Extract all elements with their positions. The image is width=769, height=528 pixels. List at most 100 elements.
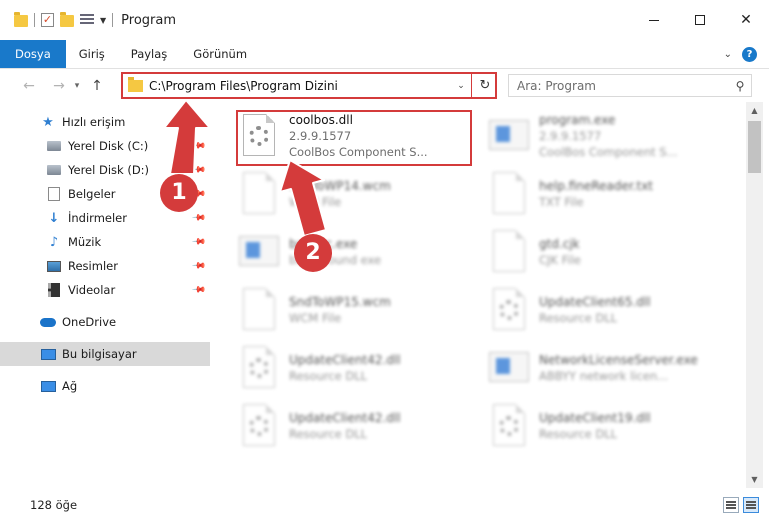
star-icon: ★ (42, 114, 54, 130)
network-icon (40, 379, 56, 393)
up-button[interactable]: ↑ (86, 75, 108, 97)
file-type: CJK File (539, 253, 581, 267)
title-bar: ✓ ▼ Program ✕ (0, 0, 769, 40)
pictures-icon (46, 259, 62, 273)
file-type: TXT File (539, 195, 584, 209)
scroll-thumb[interactable] (748, 121, 761, 173)
file-type: WCM File (289, 195, 342, 209)
search-box[interactable]: ⚲ (508, 74, 752, 97)
sidebar-item-onedrive[interactable]: OneDrive (0, 310, 210, 334)
divider (34, 13, 35, 27)
scroll-down-icon[interactable]: ▼ (746, 471, 763, 488)
file-type: Resource DLL (539, 311, 618, 325)
address-dropdown-icon[interactable]: ⌄ (454, 81, 468, 91)
file-tile[interactable]: gtd.cjk CJK File (479, 222, 719, 282)
minimize-button[interactable] (631, 0, 677, 40)
file-tile[interactable]: help.fineReader.txt TXT File (479, 164, 719, 224)
pin-icon[interactable]: 📌 (191, 162, 206, 177)
file-icon (487, 170, 531, 218)
list-icon[interactable] (80, 14, 94, 26)
file-tile[interactable]: SndToWP14.wcm WCM File (229, 164, 469, 224)
sidebar-item-label: Yerel Disk (C:) (68, 139, 149, 153)
file-icon (487, 228, 531, 276)
new-folder-icon[interactable] (60, 11, 74, 27)
status-bar: 128 öğe (0, 494, 769, 516)
address-path[interactable]: C:\Program Files\Program Dizini (149, 79, 454, 93)
item-count: 128 öğe (30, 498, 78, 512)
sidebar-item-network[interactable]: Ağ (0, 374, 210, 398)
file-version: 2.9.9.1577 (539, 129, 602, 143)
tab-giris[interactable]: Giriş (66, 40, 118, 68)
tab-gorunum[interactable]: Görünüm (180, 40, 260, 68)
sidebar-item-quick-access[interactable]: ★ Hızlı erişim (0, 110, 210, 134)
expand-ribbon-icon[interactable]: ⌄ (724, 49, 732, 60)
sidebar-item-music[interactable]: ♪ Müzik 📌 (0, 230, 210, 254)
pin-icon[interactable]: 📌 (191, 282, 206, 297)
details-view-button[interactable] (723, 497, 739, 513)
scroll-up-icon[interactable]: ▲ (746, 102, 763, 119)
file-tile[interactable]: UpdateClient65.dll Resource DLL (479, 280, 719, 340)
file-type: ABBYY network licen... (539, 369, 669, 383)
tab-paylas[interactable]: Paylaş (118, 40, 181, 68)
sidebar-item-label: Müzik (68, 235, 102, 249)
recent-locations-button[interactable]: ▾ (70, 75, 84, 97)
dll-gear-icon (487, 286, 531, 334)
folder-icon[interactable] (14, 11, 28, 27)
window-title: Program (121, 12, 177, 28)
back-button[interactable]: ← (18, 75, 40, 97)
step-badge-1: 1 (160, 174, 198, 212)
video-icon (46, 283, 62, 297)
file-tile[interactable]: SndToWP15.wcm WCM File (229, 280, 469, 340)
maximize-button[interactable] (677, 0, 723, 40)
tab-dosya[interactable]: Dosya (0, 40, 66, 68)
file-description: CoolBos Component S... (539, 145, 678, 159)
file-tile[interactable]: UpdateClient42.dll Resource DLL (229, 338, 469, 398)
exe-icon (487, 344, 531, 392)
sidebar-item-pictures[interactable]: Resimler 📌 (0, 254, 210, 278)
sidebar-item-label: Hızlı erişim (62, 115, 126, 129)
refresh-icon[interactable]: ↻ (475, 78, 495, 93)
file-tile[interactable]: NetworkLicenseServer.exe ABBYY network l… (479, 338, 719, 398)
search-icon[interactable]: ⚲ (729, 79, 751, 93)
folder-icon (128, 76, 143, 92)
file-type: Resource DLL (289, 369, 368, 383)
close-button[interactable]: ✕ (723, 0, 769, 40)
properties-check-icon[interactable]: ✓ (41, 13, 54, 27)
file-tile[interactable]: UpdateClient19.dll Resource DLL (479, 396, 719, 456)
download-icon: ↓ (48, 210, 60, 226)
forward-button[interactable]: → (48, 75, 70, 97)
disk-icon (46, 139, 62, 153)
file-tile[interactable]: UpdateClient42.dll Resource DLL (229, 396, 469, 456)
pin-icon[interactable]: 📌 (191, 138, 206, 153)
sidebar-item-label: Yerel Disk (D:) (68, 163, 150, 177)
divider (471, 74, 472, 97)
dll-gear-icon (237, 402, 281, 450)
pin-icon[interactable]: 📌 (191, 234, 206, 249)
customize-dropdown-icon[interactable]: ▼ (100, 16, 106, 25)
file-tile[interactable]: bgexec.exe background exe (229, 222, 469, 282)
ribbon-tabs: Dosya Giriş Paylaş Görünüm ⌄ ? (0, 40, 769, 69)
vertical-scrollbar[interactable]: ▲ ▼ (746, 102, 763, 488)
music-icon: ♪ (49, 234, 59, 250)
dll-gear-icon (487, 402, 531, 450)
pin-icon[interactable]: 📌 (191, 210, 206, 225)
dll-gear-icon (237, 344, 281, 392)
search-input[interactable] (509, 78, 729, 93)
sidebar-item-this-pc[interactable]: Bu bilgisayar (0, 342, 210, 366)
step-badge-2: 2 (294, 234, 332, 272)
exe-icon (487, 112, 531, 160)
address-bar[interactable]: C:\Program Files\Program Dizini ⌄ ↻ (121, 72, 497, 99)
sidebar-item-disk-c[interactable]: Yerel Disk (C:) 📌 (0, 134, 210, 158)
file-name: NetworkLicenseServer.exe (539, 353, 698, 367)
sidebar-item-label: İndirmeler (68, 211, 127, 225)
help-icon[interactable]: ? (742, 46, 757, 62)
file-tile-program-exe[interactable]: program.exe 2.9.9.1577 CoolBos Component… (479, 106, 719, 166)
sidebar-item-label: Belgeler (68, 187, 116, 201)
sidebar-item-label: Videolar (68, 283, 116, 297)
file-name: UpdateClient65.dll (539, 295, 651, 309)
computer-icon (40, 347, 56, 361)
file-icon (237, 286, 281, 334)
tiles-view-button[interactable] (743, 497, 759, 513)
pin-icon[interactable]: 📌 (191, 258, 206, 273)
sidebar-item-videos[interactable]: Videolar 📌 (0, 278, 210, 302)
